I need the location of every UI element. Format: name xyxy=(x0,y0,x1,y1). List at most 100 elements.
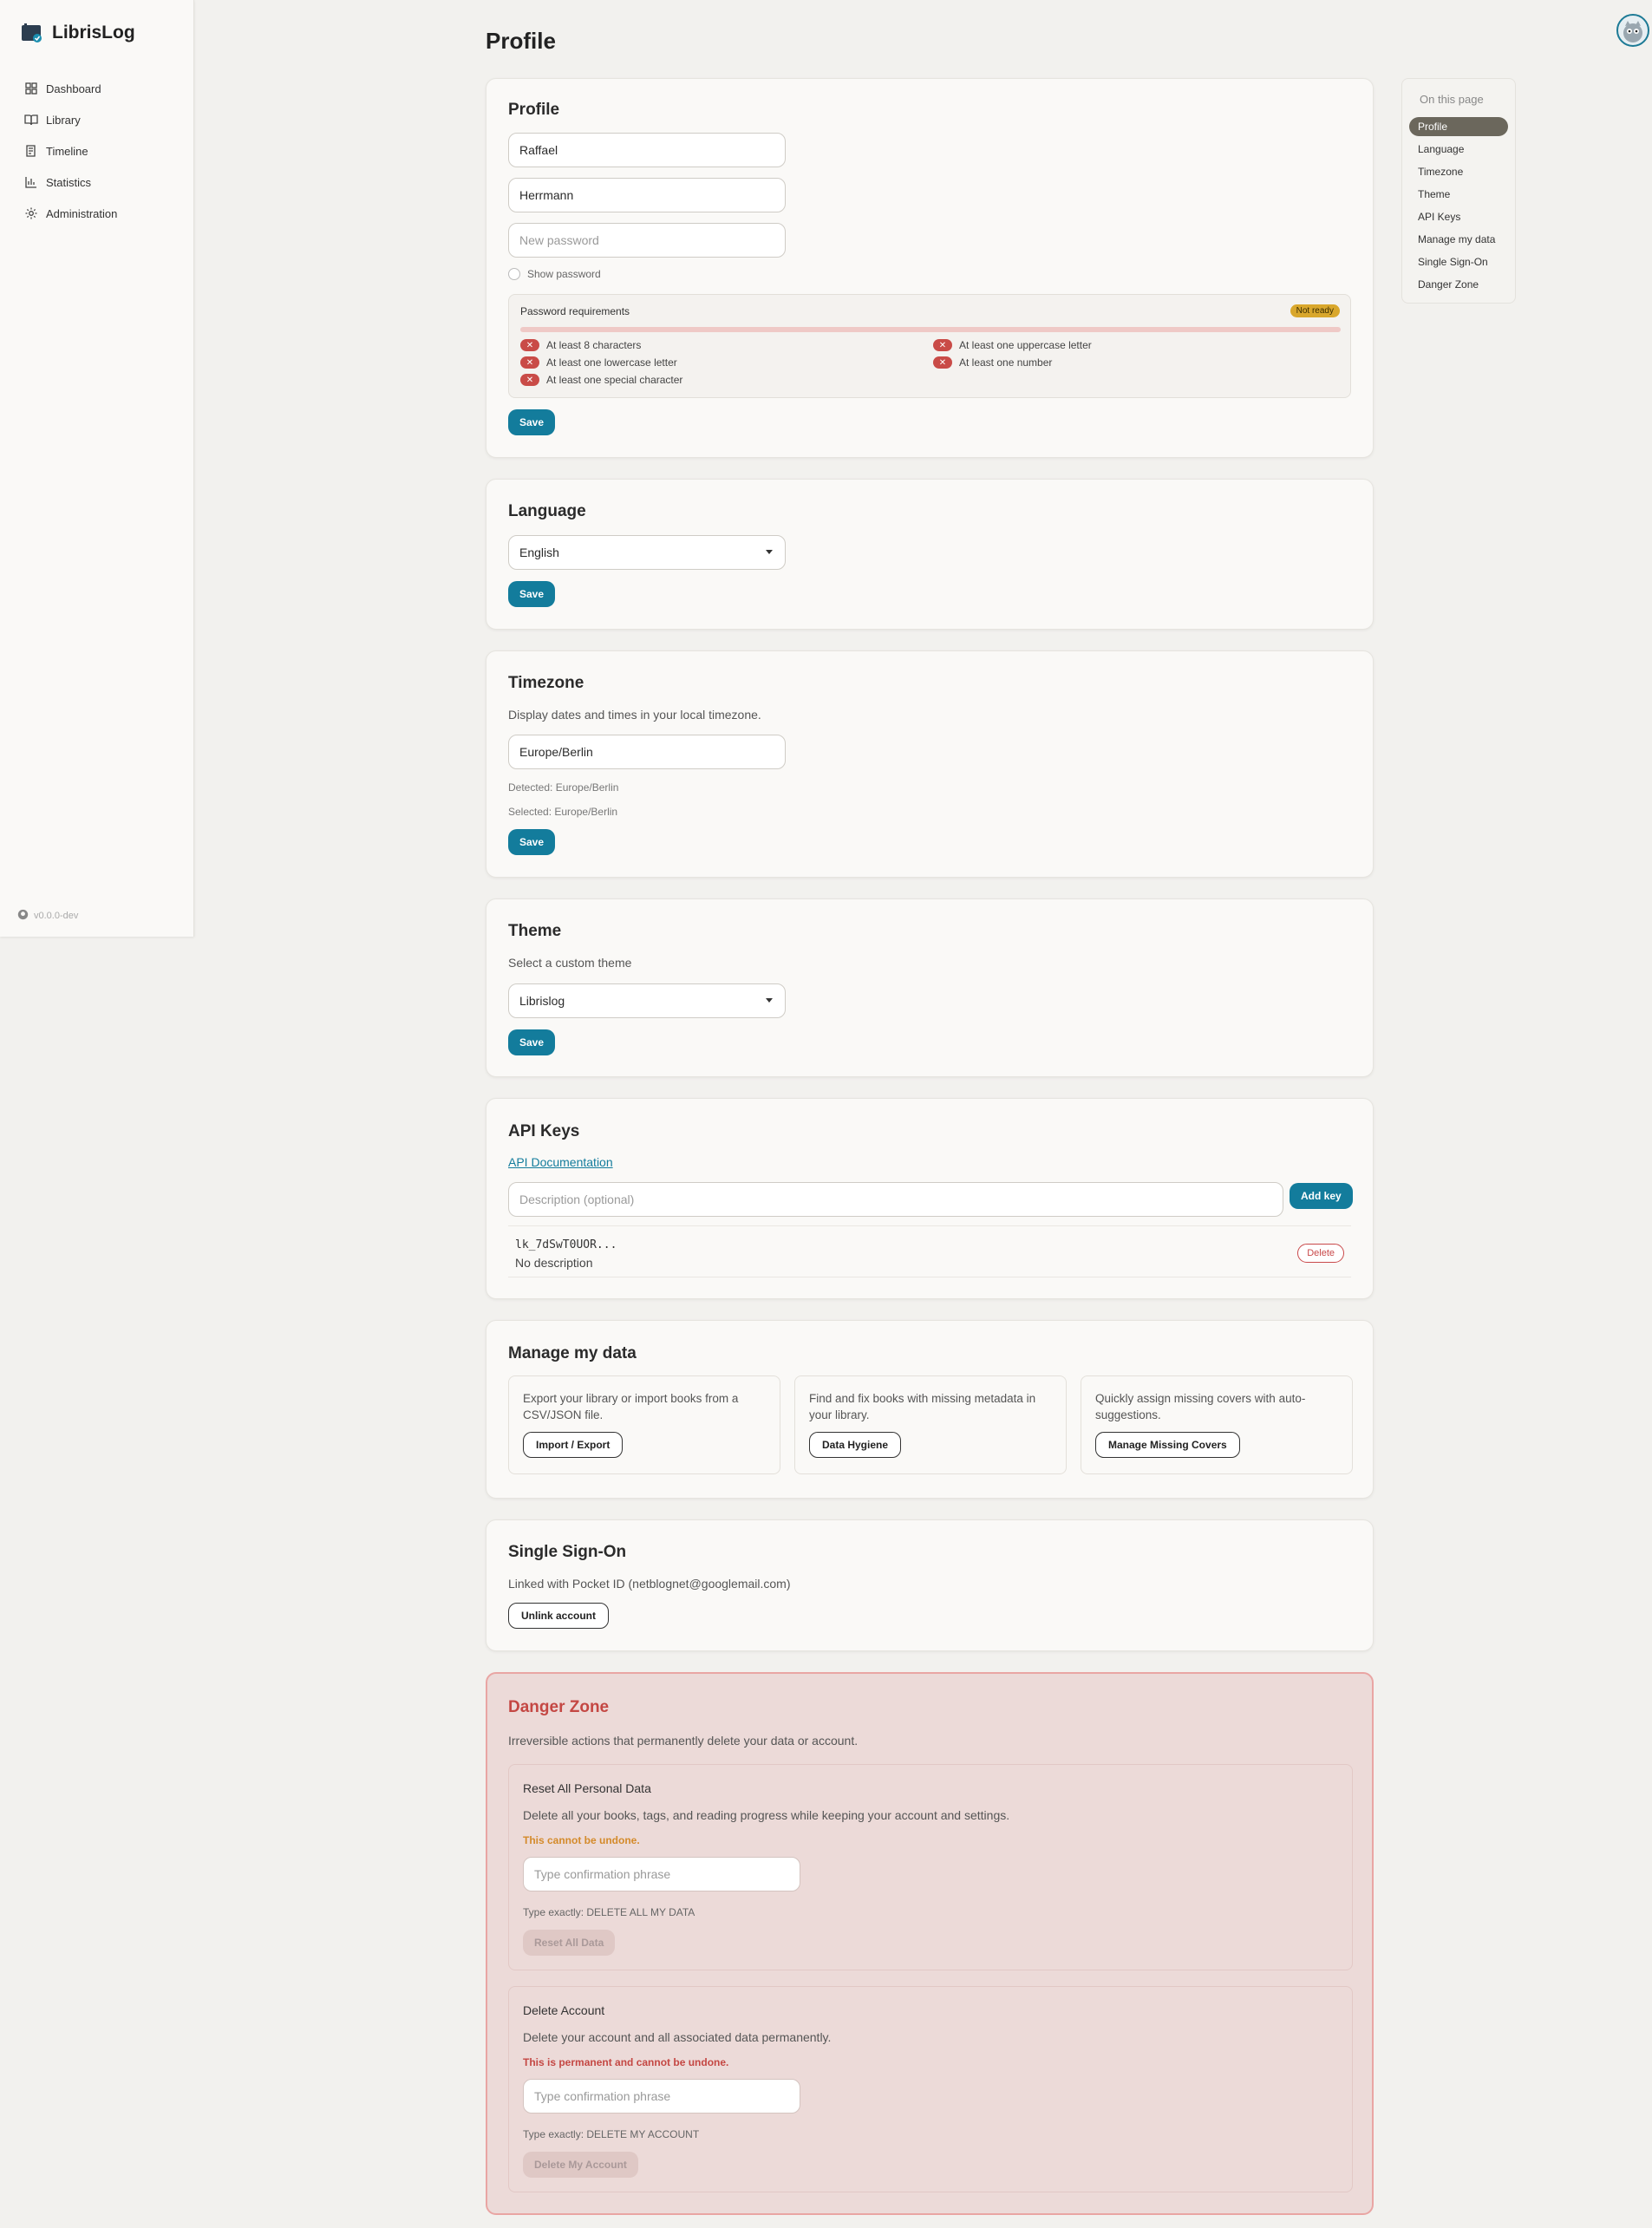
delete-confirmation-hint: Type exactly: DELETE MY ACCOUNT xyxy=(523,2128,700,2140)
requirement-label: At least one lowercase letter xyxy=(546,356,677,369)
requirement-item: ✕ At least one number xyxy=(933,356,1052,369)
theme-select[interactable]: Librislog xyxy=(508,983,786,1018)
close-icon: ✕ xyxy=(520,339,539,351)
reset-data-title: Reset All Personal Data xyxy=(523,1781,651,1795)
api-keys-card: API Keys API Documentation Description (… xyxy=(486,1098,1374,1299)
delete-key-button[interactable]: Delete xyxy=(1297,1244,1344,1263)
api-key-description-input[interactable]: Description (optional) xyxy=(508,1182,1283,1217)
reset-confirmation-hint: Type exactly: DELETE ALL MY DATA xyxy=(523,1906,695,1918)
add-key-button[interactable]: Add key xyxy=(1290,1183,1353,1209)
nav-item-dashboard[interactable]: Dashboard xyxy=(24,73,117,104)
card-title: Theme xyxy=(508,922,562,940)
timezone-card: Timezone Display dates and times in your… xyxy=(486,650,1374,878)
api-key-row: lk_7dSwT0UOR... No description Delete xyxy=(508,1225,1351,1277)
danger-zone-title: Danger Zone xyxy=(508,1698,610,1716)
requirement-item: ✕ At least one lowercase letter xyxy=(520,356,677,369)
manage-missing-covers-button[interactable]: Manage Missing Covers xyxy=(1095,1432,1240,1458)
card-title: Timezone xyxy=(508,674,584,692)
nav-label: Statistics xyxy=(46,175,92,189)
nav-item-library[interactable]: Library xyxy=(24,104,117,135)
nav-item-administration[interactable]: Administration xyxy=(24,198,117,229)
reset-data-panel: Reset All Personal Data Delete all your … xyxy=(508,1764,1353,1970)
avatar[interactable] xyxy=(1616,14,1649,47)
sso-card: Single Sign-On Linked with Pocket ID (ne… xyxy=(486,1519,1374,1651)
requirement-item: ✕ At least 8 characters xyxy=(520,339,641,351)
radio-circle xyxy=(508,268,520,280)
on-this-page-nav: On this page Profile Language Timezone T… xyxy=(1401,78,1516,304)
version-label: v0.0.0-dev xyxy=(34,911,79,921)
status-badge: Not ready xyxy=(1290,304,1340,317)
chevron-down-icon xyxy=(766,550,773,554)
show-password-toggle[interactable]: Show password xyxy=(508,268,601,280)
theme-value: Librislog xyxy=(519,994,565,1008)
timezone-input[interactable]: Europe/Berlin xyxy=(508,735,786,769)
requirements-title: Password requirements xyxy=(520,305,630,317)
save-language-button[interactable]: Save xyxy=(508,581,556,607)
password-strength-bar xyxy=(520,327,1341,332)
card-title: API Keys xyxy=(508,1122,580,1140)
show-password-label: Show password xyxy=(527,268,601,280)
reset-all-data-button[interactable]: Reset All Data xyxy=(523,1930,616,1956)
toc-item-single-sign-on[interactable]: Single Sign-On xyxy=(1409,252,1508,271)
delete-confirmation-input[interactable]: Type confirmation phrase xyxy=(523,2079,800,2114)
nav-label: Administration xyxy=(46,206,118,220)
password-requirements: Password requirements Not ready ✕ At lea… xyxy=(508,294,1351,398)
card-title: Manage my data xyxy=(508,1344,637,1362)
language-select[interactable]: English xyxy=(508,535,786,570)
nav-item-timeline[interactable]: Timeline xyxy=(24,135,117,167)
requirement-label: At least 8 characters xyxy=(546,339,642,351)
save-theme-button[interactable]: Save xyxy=(508,1029,556,1055)
language-card: Language English Save xyxy=(486,479,1374,630)
panel-description: Export your library or import books from… xyxy=(523,1392,739,1421)
first-name-input[interactable]: Raffael xyxy=(508,133,786,167)
import-export-button[interactable]: Import / Export xyxy=(523,1432,624,1458)
reset-data-description: Delete all your books, tags, and reading… xyxy=(523,1808,1010,1822)
toc-item-theme[interactable]: Theme xyxy=(1409,185,1508,204)
api-key-description: No description xyxy=(515,1256,593,1270)
save-profile-button[interactable]: Save xyxy=(508,409,556,435)
toc-item-danger-zone[interactable]: Danger Zone xyxy=(1409,275,1508,294)
delete-my-account-button[interactable]: Delete My Account xyxy=(523,2152,638,2178)
close-icon: ✕ xyxy=(520,356,539,369)
gear-icon xyxy=(24,206,38,220)
delete-account-warning: This is permanent and cannot be undone. xyxy=(523,2056,729,2068)
timeline-icon xyxy=(24,144,38,158)
chart-icon xyxy=(24,175,38,189)
toc-item-manage-my-data[interactable]: Manage my data xyxy=(1409,230,1508,249)
reset-confirmation-input[interactable]: Type confirmation phrase xyxy=(523,1857,800,1892)
brand[interactable]: LibrisLog xyxy=(21,23,135,43)
panel-description: Quickly assign missing covers with auto-… xyxy=(1095,1392,1306,1421)
card-title: Single Sign-On xyxy=(508,1543,627,1561)
unlink-account-button[interactable]: Unlink account xyxy=(508,1603,610,1629)
api-documentation-link[interactable]: API Documentation xyxy=(508,1155,613,1169)
page-title: Profile xyxy=(486,28,556,54)
data-hygiene-button[interactable]: Data Hygiene xyxy=(809,1432,902,1458)
librislog-logo-icon xyxy=(21,23,43,43)
version-info[interactable]: v0.0.0-dev xyxy=(17,909,78,923)
close-icon: ✕ xyxy=(933,339,952,351)
sidebar: LibrisLog Dashboard Library Timeline Sta… xyxy=(0,0,194,937)
delete-account-title: Delete Account xyxy=(523,2003,605,2017)
nav-item-statistics[interactable]: Statistics xyxy=(24,167,117,198)
requirement-item: ✕ At least one special character xyxy=(520,374,682,386)
nav-label: Library xyxy=(46,113,81,127)
import-export-panel: Export your library or import books from… xyxy=(508,1375,780,1474)
sso-linked-account: Linked with Pocket ID (netblognet@google… xyxy=(508,1577,791,1591)
close-icon: ✕ xyxy=(933,356,952,369)
toc-item-profile[interactable]: Profile xyxy=(1409,117,1508,136)
manage-data-card: Manage my data Export your library or im… xyxy=(486,1320,1374,1499)
new-password-input[interactable]: New password xyxy=(508,223,786,258)
toc-item-timezone[interactable]: Timezone xyxy=(1409,162,1508,181)
panel-description: Find and fix books with missing metadata… xyxy=(809,1392,1036,1421)
language-value: English xyxy=(519,546,559,559)
book-icon xyxy=(24,113,38,127)
api-key-code: lk_7dSwT0UOR... xyxy=(515,1238,617,1251)
requirement-label: At least one number xyxy=(959,356,1053,369)
toc-item-api-keys[interactable]: API Keys xyxy=(1409,207,1508,226)
requirement-item: ✕ At least one uppercase letter xyxy=(933,339,1092,351)
missing-covers-panel: Quickly assign missing covers with auto-… xyxy=(1081,1375,1353,1474)
last-name-input[interactable]: Herrmann xyxy=(508,178,786,212)
toc-item-language[interactable]: Language xyxy=(1409,140,1508,159)
app-name: LibrisLog xyxy=(52,23,135,42)
save-timezone-button[interactable]: Save xyxy=(508,829,556,855)
